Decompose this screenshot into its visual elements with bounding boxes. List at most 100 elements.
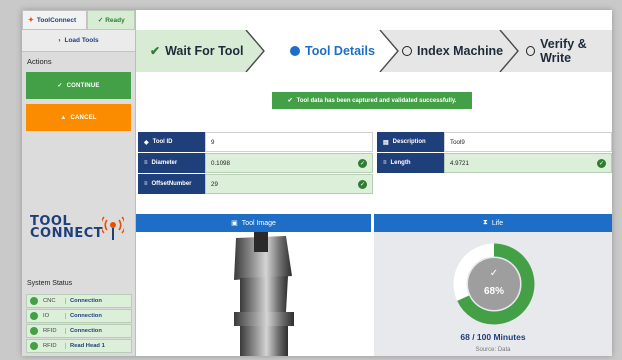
actions-title: Actions [27, 57, 52, 66]
load-tools-button[interactable]: › Load Tools [22, 30, 135, 52]
description-value: Tool9 [450, 138, 465, 146]
check-icon: ✓ [97, 17, 104, 24]
wireless-signal-icon [102, 216, 124, 240]
diameter-field[interactable]: 0.1098 ✓ [205, 153, 373, 173]
life-gauge: ✓ [453, 243, 535, 325]
toolconnect-logo: TOOL CONNECT [30, 215, 130, 244]
status-value: Connection [65, 298, 102, 304]
life-percent-label: 68% [483, 286, 504, 297]
check-icon: ✔ [150, 44, 161, 58]
tool-image-panel [136, 232, 371, 356]
step-label: Wait For Tool [165, 44, 244, 58]
status-ok-icon [30, 327, 38, 335]
top-tabs: ✦ ToolConnect ✓ Ready [22, 10, 135, 30]
app-logo-icon: ✦ [28, 17, 34, 24]
active-step-dot-icon [290, 46, 300, 56]
offset-label-text: OffsetNumber [151, 181, 192, 187]
status-item: RFID Read Head 1 [26, 339, 132, 353]
continue-button[interactable]: ✓ CONTINUE [26, 72, 131, 99]
tool-holder-image [234, 232, 294, 356]
description-label-text: Description [392, 139, 426, 145]
pending-step-circle-icon [526, 46, 536, 56]
warning-icon: ▲ [60, 114, 67, 121]
step-wait-for-tool[interactable]: ✔ Wait For Tool [150, 30, 244, 72]
tool-image-title: Tool Image [241, 219, 276, 227]
length-value: 4.9721 [450, 159, 469, 167]
check-circle-icon: ✔ [287, 98, 293, 104]
tool-details-grid: ◆ Tool ID 9 ▤ Description Tool9 ≡ Diamet… [138, 132, 612, 195]
valid-check-icon: ✓ [597, 158, 606, 168]
status-ok-icon [30, 312, 38, 320]
life-minutes-text: 68 / 100 Minutes [460, 332, 526, 342]
offset-number-field[interactable]: 29 ✓ [205, 174, 373, 194]
tool-id-label: ◆ Tool ID [138, 132, 205, 152]
description-label: ▤ Description [377, 132, 444, 152]
diameter-label: ≡ Diameter [138, 153, 205, 173]
length-label-text: Length [390, 160, 411, 166]
step-tool-details[interactable]: Tool Details [290, 30, 375, 72]
pending-step-circle-icon [402, 46, 412, 56]
list-icon: ≡ [144, 160, 148, 166]
offset-value: 29 [211, 180, 218, 188]
cancel-button[interactable]: ▲ CANCEL [26, 104, 131, 131]
tool-id-label-text: Tool ID [152, 139, 173, 145]
success-alert: ✔ Tool data has been captured and valida… [272, 92, 472, 109]
status-value: Connection [65, 313, 102, 319]
hourglass-icon: ⧗ [482, 219, 488, 226]
life-title: Life [491, 219, 504, 227]
status-value: Read Head 1 [65, 343, 105, 349]
status-key: CNC [43, 298, 56, 304]
status-item: CNC Connection [26, 294, 132, 308]
field-row: ◆ Tool ID 9 ▤ Description Tool9 [138, 132, 612, 152]
status-ok-icon [30, 297, 38, 305]
status-key: IO [43, 313, 50, 319]
list-icon: ≡ [144, 181, 148, 187]
step-label: Index Machine [417, 44, 504, 58]
status-key: RFID [43, 328, 57, 334]
diameter-value: 0.1098 [211, 159, 230, 167]
tool-id-value: 9 [211, 138, 215, 146]
list-icon: ≡ [383, 160, 387, 166]
status-ok-icon [30, 342, 38, 350]
status-key: RFID [43, 343, 57, 349]
chevron-right-icon: › [58, 37, 61, 44]
length-label: ≡ Length [377, 153, 444, 173]
length-field[interactable]: 4.9721 ✓ [444, 153, 612, 173]
status-item: RFID Connection [26, 324, 132, 338]
svg-text:✓: ✓ [490, 268, 498, 279]
status-badge: ✓ Ready [87, 10, 135, 30]
tag-icon: ◆ [144, 139, 149, 146]
tool-image-header: ▣ Tool Image [136, 214, 371, 232]
diameter-label-text: Diameter [151, 160, 178, 166]
load-tools-label: Load Tools [64, 37, 99, 44]
empty-cell [377, 174, 612, 194]
status-item: IO Connection [26, 309, 132, 323]
check-icon: ✓ [57, 83, 63, 89]
id-card-icon: ▤ [383, 139, 389, 146]
offset-number-label: ≡ OffsetNumber [138, 174, 205, 194]
life-source-text: Source: Data [475, 347, 511, 353]
app-title-tab[interactable]: ✦ ToolConnect [22, 10, 88, 30]
valid-check-icon: ✓ [358, 179, 367, 189]
step-label: Verify & Write [540, 37, 587, 65]
step-verify-write[interactable]: Verify & Write [526, 30, 612, 72]
system-status-list: CNC Connection IO Connection RFID Connec… [26, 294, 132, 354]
step-index-machine[interactable]: Index Machine [402, 30, 503, 72]
field-row: ≡ OffsetNumber 29 ✓ [138, 174, 612, 194]
status-badge-label: Ready [105, 16, 125, 24]
progress-stepper: ✔ Wait For Tool Tool Details Index Machi… [136, 30, 612, 72]
cancel-label: CANCEL [70, 114, 97, 121]
continue-label: CONTINUE [66, 82, 100, 89]
app-window: ✦ ToolConnect ✓ Ready › Load Tools Actio… [22, 10, 612, 356]
alert-message: Tool data has been captured and validate… [296, 97, 457, 104]
app-title: ToolConnect [36, 16, 77, 24]
image-icon: ▣ [231, 220, 238, 227]
valid-check-icon: ✓ [358, 158, 367, 168]
system-status-title: System Status [27, 280, 73, 287]
status-value: Connection [65, 328, 102, 334]
field-row: ≡ Diameter 0.1098 ✓ ≡ Length 4.9721 ✓ [138, 153, 612, 173]
step-label: Tool Details [305, 44, 375, 58]
description-field[interactable]: Tool9 [444, 132, 612, 152]
sidebar: ✦ ToolConnect ✓ Ready › Load Tools Actio… [22, 10, 136, 356]
tool-id-field[interactable]: 9 [205, 132, 373, 152]
